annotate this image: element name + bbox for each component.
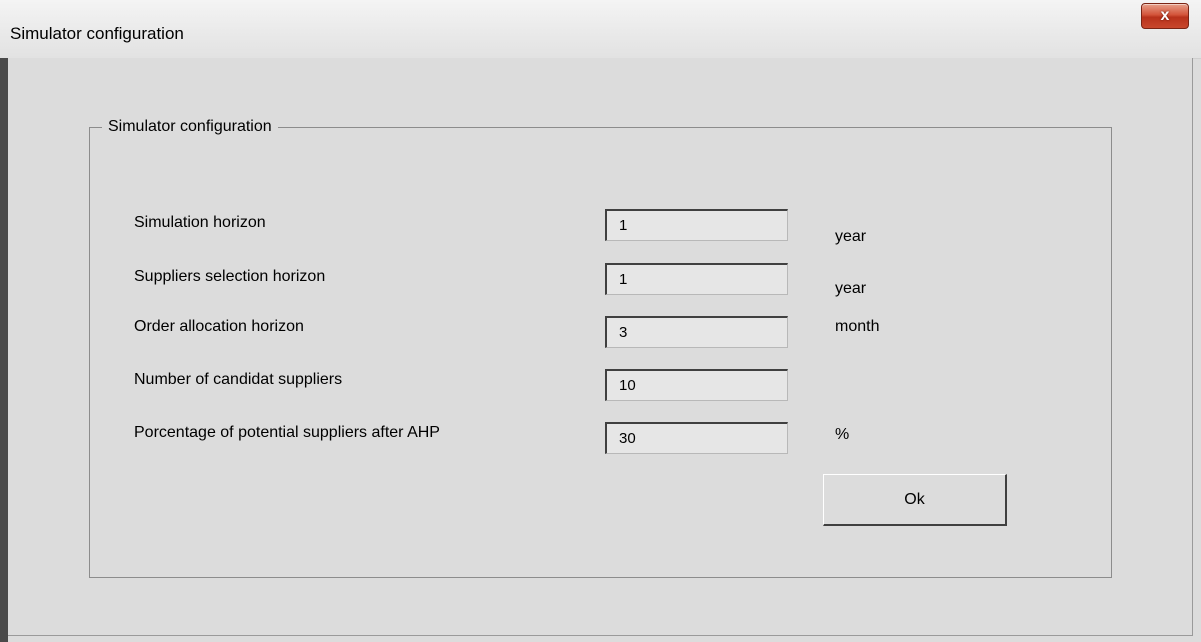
title-bar[interactable]: Simulator configuration x	[0, 0, 1201, 59]
potential-suppliers-percentage-input[interactable]	[605, 422, 788, 454]
candidate-suppliers-input[interactable]	[605, 369, 788, 401]
simulator-config-window: Simulator configuration x Simulator conf…	[0, 0, 1201, 642]
window-edge	[0, 58, 8, 642]
simulation-horizon-input[interactable]	[605, 209, 788, 241]
potential-suppliers-percentage-label: Porcentage of potential suppliers after …	[134, 424, 440, 441]
percent-unit: %	[835, 426, 850, 443]
simulation-horizon-label: Simulation horizon	[134, 214, 266, 231]
supplier-selection-horizon-unit: year	[835, 280, 867, 297]
close-icon: x	[1160, 7, 1170, 24]
window-title: Simulator configuration	[10, 24, 184, 43]
order-allocation-horizon-label: Order allocation horizon	[134, 318, 304, 335]
supplier-selection-horizon-label: Suppliers selection horizon	[134, 268, 326, 285]
groupbox-legend: Simulator configuration	[102, 118, 278, 136]
candidate-suppliers-label: Number of candidat suppliers	[134, 371, 343, 388]
order-allocation-horizon-input[interactable]	[605, 316, 788, 348]
simulation-horizon-unit: year	[835, 228, 867, 245]
order-allocation-horizon-unit: month	[835, 318, 880, 335]
close-button[interactable]: x	[1141, 3, 1189, 29]
ok-button[interactable]: Ok	[823, 474, 1007, 526]
supplier-selection-horizon-input[interactable]	[605, 263, 788, 295]
